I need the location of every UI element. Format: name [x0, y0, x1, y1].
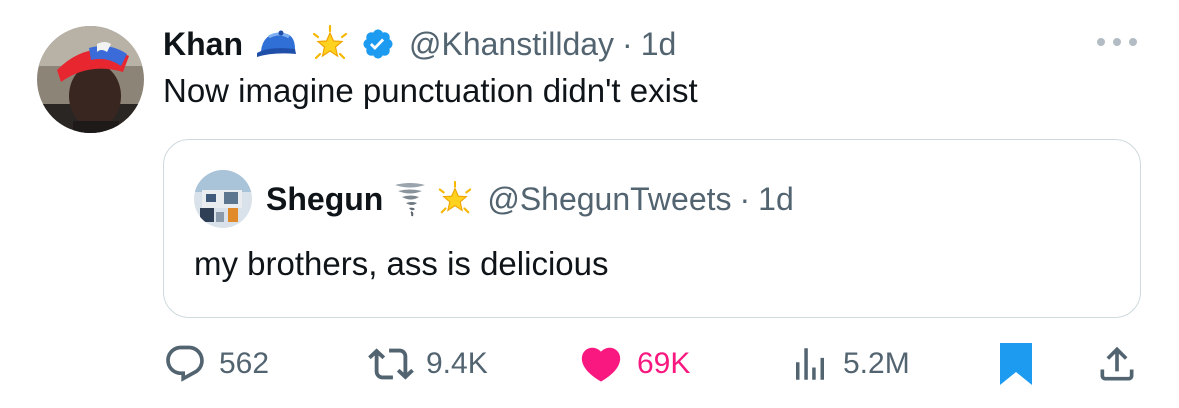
quoted-avatar[interactable] — [194, 170, 252, 228]
analytics-icon — [796, 348, 824, 380]
repost-icon — [368, 348, 414, 380]
tweet-text: Now imagine punctuation didn't exist — [163, 72, 698, 109]
avatar[interactable] — [37, 26, 144, 133]
heart-icon — [581, 347, 621, 382]
glowing-star-icon — [311, 24, 349, 63]
share-icon — [1100, 346, 1134, 381]
like-button[interactable]: 69K — [577, 336, 690, 392]
tweet[interactable]: Khan @Khanstillday · 1d Now imagine punc… — [0, 0, 1179, 408]
repost-button[interactable]: 9.4K — [368, 336, 488, 392]
more-options-icon[interactable] — [1095, 36, 1139, 48]
quoted-author-name[interactable]: Shegun — [266, 181, 383, 218]
like-count: 69K — [637, 347, 691, 380]
tornado-icon — [393, 181, 427, 217]
avatar-image — [37, 26, 144, 133]
verified-badge-icon[interactable] — [361, 27, 395, 61]
quoted-tweet-header: Shegun @ShegunTweets · 1d — [194, 170, 794, 228]
reply-icon — [166, 345, 204, 382]
author-name[interactable]: Khan — [163, 26, 243, 63]
repost-count: 9.4K — [426, 347, 488, 380]
timestamp[interactable]: 1d — [641, 26, 677, 63]
tweet-header: Khan @Khanstillday · 1d — [163, 24, 676, 64]
share-button[interactable] — [1095, 336, 1139, 392]
views-button[interactable]: 5.2M — [789, 336, 910, 392]
bookmark-icon — [1000, 343, 1032, 385]
author-handle[interactable]: @Khanstillday — [409, 26, 614, 63]
reply-count: 562 — [219, 347, 270, 380]
glowing-star-icon — [437, 180, 473, 217]
blue-cap-icon — [255, 29, 299, 59]
separator-dot: · — [622, 25, 633, 62]
action-bar: 562 9.4K 69K 5.2M — [163, 336, 1143, 392]
quoted-author-handle[interactable]: @ShegunTweets — [487, 181, 731, 218]
quoted-timestamp[interactable]: 1d — [758, 181, 794, 218]
bookmark-button[interactable] — [999, 336, 1033, 392]
view-count: 5.2M — [843, 347, 910, 380]
quoted-tweet-text: my brothers, ass is delicious — [194, 245, 609, 282]
reply-button[interactable]: 562 — [163, 336, 269, 392]
quoted-tweet[interactable]: Shegun @ShegunTweets · 1d my brothers, a… — [163, 139, 1141, 318]
separator-dot: · — [739, 180, 751, 217]
